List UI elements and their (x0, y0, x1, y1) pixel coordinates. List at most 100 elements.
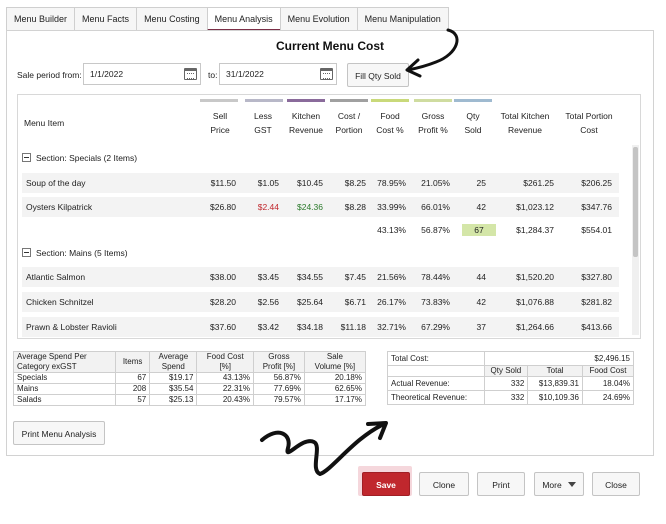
food-cost-percent: 21.56% (377, 272, 406, 282)
print-button[interactable]: Print (477, 472, 525, 496)
table-row: Mains 208 $35.54 22.31% 77.69% 62.65% (13, 383, 367, 395)
total-portion-cost: $347.76 (581, 202, 612, 212)
menu-item-name: Soup of the day (26, 178, 86, 188)
totals-table: Total Cost: $2,496.15 Qty Sold Total Foo… (387, 351, 635, 405)
subtotal-gross-profit: 56.87% (421, 225, 450, 235)
table-row[interactable]: Chicken Schnitzel $28.20 $2.56 $25.64 $6.71 2… (22, 292, 619, 312)
food-cost-percent: 78.95% (377, 178, 406, 188)
theoretical-revenue-total: $10,109.36 (527, 390, 583, 405)
avg-food-cost: 43.13% (196, 372, 254, 384)
totals-col-qty-sold: Qty Sold (483, 365, 529, 377)
sell-price: $28.20 (210, 297, 236, 307)
avg-items: 67 (114, 372, 151, 384)
close-button[interactable]: Close (592, 472, 640, 496)
calendar-icon[interactable] (184, 68, 197, 80)
avg-items: 57 (114, 394, 151, 406)
menu-items-grid: Menu Item Sell Price Less GST Kitchen Reven… (17, 94, 641, 339)
grid-scrollbar[interactable] (632, 145, 639, 335)
sell-price: $11.50 (210, 178, 236, 188)
sell-price: $37.60 (210, 322, 236, 332)
total-kitchen-revenue: $1,076.88 (516, 297, 554, 307)
collapse-icon[interactable] (22, 153, 31, 162)
grid-header: Menu Item Sell Price Less GST Kitchen Reven… (18, 95, 640, 140)
col-cost-portion: Cost / Portion (335, 111, 363, 135)
col-kitchen-revenue: Kitchen Revenue (288, 111, 324, 135)
tab-menu-analysis[interactable]: Menu Analysis (206, 7, 281, 31)
total-kitchen-revenue: $261.25 (523, 178, 554, 188)
tab-menu-evolution[interactable]: Menu Evolution (279, 7, 358, 31)
avg-spend: $25.13 (149, 394, 198, 406)
menu-item-name: Oysters Kilpatrick (26, 202, 93, 212)
average-spend-table: Average Spend Per Category exGST Items Av… (13, 351, 367, 406)
sell-price: $38.00 (210, 272, 236, 282)
more-dropdown-button[interactable]: More (534, 472, 584, 496)
tab-menu-facts[interactable]: Menu Facts (74, 7, 138, 31)
theoretical-revenue-label: Theoretical Revenue: (387, 390, 485, 405)
table-row[interactable]: Prawn & Lobster Ravioli $37.60 $3.42 $34.18… (22, 317, 619, 337)
total-portion-cost: $327.80 (581, 272, 612, 282)
header-bar-kitchen (287, 99, 325, 102)
menu-item-name: Atlantic Salmon (26, 272, 86, 282)
tab-menu-costing[interactable]: Menu Costing (136, 7, 208, 31)
gross-profit-percent: 78.44% (421, 272, 450, 282)
collapse-icon[interactable] (22, 248, 31, 257)
calendar-icon[interactable] (320, 68, 333, 80)
to-date-input[interactable]: 31/1/2022 (219, 63, 337, 85)
table-row: Salads 57 $25.13 20.43% 79.57% 17.17% (13, 394, 367, 406)
cost-per-portion: $8.25 (344, 178, 366, 188)
header-bar-food (371, 99, 409, 102)
qty-sold: 42 (476, 202, 486, 212)
table-row[interactable]: Atlantic Salmon $38.00 $3.45 $34.55 $7.45 21.… (22, 267, 619, 287)
section-specials-header[interactable]: Section: Specials (2 Items) (22, 148, 137, 168)
avg-gross-profit: 77.69% (253, 383, 305, 395)
kitchen-revenue: $34.55 (297, 272, 323, 282)
col-menu-item: Menu Item (24, 118, 65, 128)
avg-category: Salads (13, 394, 116, 406)
scrollbar-thumb[interactable] (633, 147, 638, 257)
print-menu-analysis-button[interactable]: Print Menu Analysis (13, 421, 105, 445)
fill-qty-sold-label: Fill Qty Sold (355, 71, 401, 81)
theoretical-revenue-qty: 332 (483, 390, 529, 405)
save-button[interactable]: Save (362, 472, 410, 496)
table-row[interactable]: Oysters Kilpatrick $26.80 $2.44 $24.36 $8.28… (22, 197, 619, 217)
tab-menu-builder[interactable]: Menu Builder (6, 7, 76, 31)
menu-item-name: Chicken Schnitzel (26, 297, 94, 307)
avg-col-average-spend: Average Spend (149, 351, 198, 373)
total-portion-cost: $281.82 (581, 297, 612, 307)
table-row[interactable]: Soup of the day $11.50 $1.05 $10.45 $8.25 78.… (22, 173, 619, 193)
total-kitchen-revenue: $1,520.20 (516, 272, 554, 282)
col-gross-profit: Gross Profit % (418, 111, 448, 135)
less-gst: $2.56 (257, 297, 279, 307)
food-cost-percent: 33.99% (377, 202, 406, 212)
clone-button[interactable]: Clone (419, 472, 469, 496)
kitchen-revenue: $34.18 (297, 322, 323, 332)
specials-subtotal-row: 43.13% 56.87% 67 $1,284.37 $554.01 (22, 220, 619, 240)
theoretical-revenue-food-cost: 24.69% (581, 390, 635, 405)
less-gst: $3.45 (257, 272, 279, 282)
avg-items: 208 (114, 383, 151, 395)
food-cost-percent: 26.17% (377, 297, 406, 307)
avg-col-items: Items (114, 351, 151, 373)
less-gst: $1.05 (257, 178, 279, 188)
from-date-input[interactable]: 1/1/2022 (83, 63, 201, 85)
section-mains-header[interactable]: Section: Mains (5 Items) (22, 243, 128, 263)
gross-profit-percent: 21.05% (421, 178, 450, 188)
tab-bar: Menu Builder Menu Facts Menu Costing Men… (6, 7, 449, 31)
from-date-value: 1/1/2022 (90, 69, 124, 79)
avg-col-category: Average Spend Per Category exGST (13, 351, 116, 373)
cost-per-portion: $7.45 (344, 272, 366, 282)
header-bar-qty (454, 99, 492, 102)
actual-revenue-label: Actual Revenue: (387, 376, 485, 391)
cost-per-portion: $11.18 (340, 322, 366, 332)
col-less-gst: Less GST (254, 111, 272, 135)
kitchen-revenue: $10.45 (297, 178, 323, 188)
avg-spend: $35.54 (149, 383, 198, 395)
caret-down-icon (567, 482, 576, 487)
total-kitchen-revenue: $1,264.66 (516, 322, 554, 332)
col-qty-sold: Qty Sold (464, 111, 482, 135)
page-title: Current Menu Cost (276, 39, 384, 53)
to-date-value: 31/1/2022 (226, 69, 264, 79)
avg-category: Mains (13, 383, 116, 395)
totals-blank-header (387, 365, 485, 377)
col-total-portion-cost: Total Portion Cost (565, 111, 613, 135)
